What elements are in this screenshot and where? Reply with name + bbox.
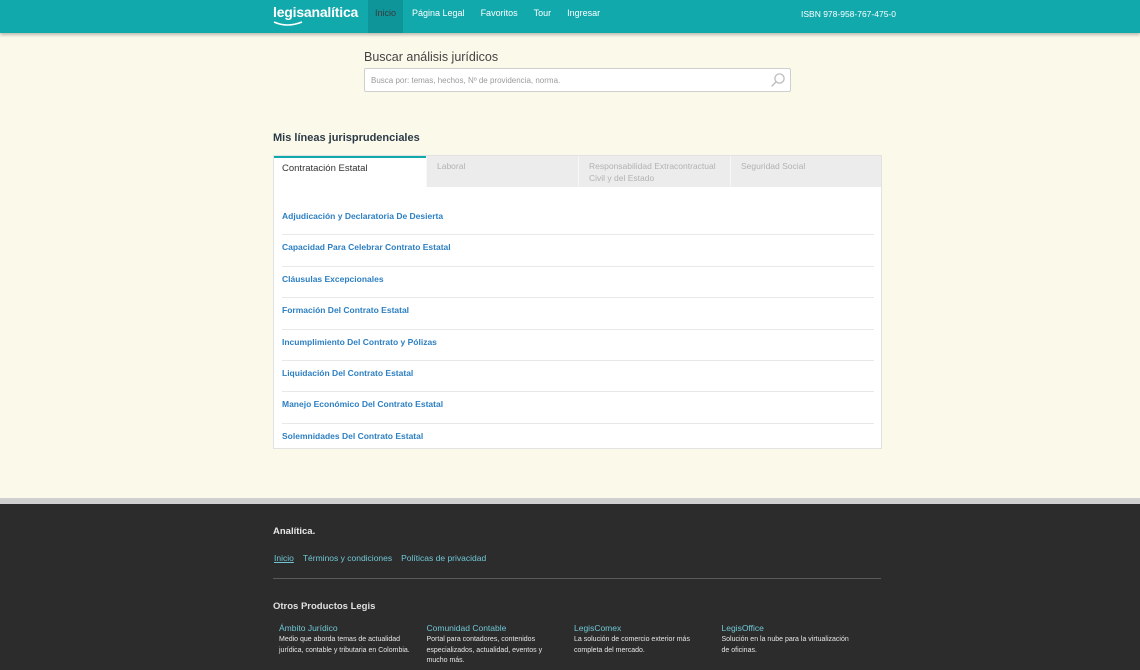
line-link[interactable]: Capacidad Para Celebrar Contrato Estatal — [282, 242, 451, 252]
tab-responsabilidad-extracontractual[interactable]: Responsabilidad Extracontractual Civil y… — [578, 156, 730, 187]
footer-links: Inicio Términos y condiciones Políticas … — [274, 553, 486, 563]
list-item: Manejo Económico Del Contrato Estatal — [282, 392, 874, 424]
product-link[interactable]: Ámbito Jurídico — [279, 623, 415, 633]
footer-brand: Analítica. — [273, 526, 316, 537]
list-item: Solemnidades Del Contrato Estatal — [282, 424, 874, 455]
search-box — [364, 68, 791, 92]
product-item: Comunidad Contable Portal para contadore… — [427, 623, 575, 667]
product-link[interactable]: Comunidad Contable — [427, 623, 563, 633]
line-link[interactable]: Cláusulas Excepcionales — [282, 274, 384, 284]
isbn-label: ISBN 978-958-767-475-0 — [801, 9, 896, 19]
tab-seguridad-social[interactable]: Seguridad Social — [730, 156, 881, 187]
line-link[interactable]: Manejo Económico Del Contrato Estatal — [282, 399, 443, 409]
logo-swoosh-icon — [273, 21, 303, 26]
product-description: Portal para contadores, contenidos espec… — [426, 636, 543, 664]
product-item: LegisOffice Solución en la nube para la … — [722, 623, 870, 667]
products-list: Ámbito Jurídico Medio que aborda temas d… — [279, 623, 879, 667]
search-icon[interactable] — [770, 72, 786, 88]
footer-rule — [273, 578, 881, 579]
logo-text: legisanalítica — [273, 4, 359, 20]
top-navbar: legisanalítica Inicio Página Legal Favor… — [0, 0, 1140, 33]
product-description: La solución de comercio exterior más com… — [574, 636, 690, 654]
footer-products-title: Otros Productos Legis — [273, 601, 376, 612]
footer: Analítica. Inicio Términos y condiciones… — [0, 504, 1140, 670]
line-link[interactable]: Formación Del Contrato Estatal — [282, 305, 409, 315]
product-description: Solución en la nube para la virtualizaci… — [721, 636, 849, 654]
lines-list: Adjudicación y Declaratoria De Desierta … — [282, 204, 874, 455]
search-input[interactable] — [371, 69, 761, 91]
nav-item-ingresar[interactable]: Ingresar — [560, 0, 607, 33]
tab-laboral[interactable]: Laboral — [426, 156, 578, 187]
product-item: LegisComex La solución de comercio exter… — [574, 623, 722, 667]
lines-panel: Contratación Estatal Laboral Responsabil… — [273, 155, 882, 449]
list-item: Adjudicación y Declaratoria De Desierta — [282, 204, 874, 236]
nav-item-tour[interactable]: Tour — [527, 0, 559, 33]
footer-link-terminos[interactable]: Términos y condiciones — [303, 553, 392, 563]
search-title: Buscar análisis jurídicos — [364, 50, 499, 64]
nav-item-pagina-legal[interactable]: Página Legal — [405, 0, 472, 33]
line-link[interactable]: Solemnidades Del Contrato Estatal — [282, 431, 423, 441]
product-link[interactable]: LegisComex — [574, 623, 710, 633]
nav-item-inicio[interactable]: Inicio — [368, 0, 404, 33]
lines-tabs: Contratación Estatal Laboral Responsabil… — [274, 156, 881, 187]
list-item: Liquidación Del Contrato Estatal — [282, 361, 874, 393]
line-link[interactable]: Liquidación Del Contrato Estatal — [282, 368, 413, 378]
list-item: Incumplimiento Del Contrato y Pólizas — [282, 330, 874, 361]
product-description: Medio que aborda temas de actualidad jur… — [279, 636, 410, 654]
line-link[interactable]: Adjudicación y Declaratoria De Desierta — [282, 211, 443, 221]
footer-link-privacidad[interactable]: Políticas de privacidad — [401, 553, 486, 563]
line-link[interactable]: Incumplimiento Del Contrato y Pólizas — [282, 337, 437, 347]
list-item: Formación Del Contrato Estatal — [282, 298, 874, 330]
product-link[interactable]: LegisOffice — [722, 623, 858, 633]
list-item: Cláusulas Excepcionales — [282, 267, 874, 299]
tab-contratacion-estatal[interactable]: Contratación Estatal — [274, 156, 426, 187]
logo[interactable]: legisanalítica — [273, 4, 358, 26]
list-item: Capacidad Para Celebrar Contrato Estatal — [282, 235, 874, 267]
lines-section-title: Mis líneas jurisprudenciales — [273, 132, 420, 144]
main-nav: Inicio Página Legal Favoritos Tour Ingre… — [368, 0, 607, 33]
product-item: Ámbito Jurídico Medio que aborda temas d… — [279, 623, 427, 667]
nav-item-favoritos[interactable]: Favoritos — [474, 0, 525, 33]
footer-link-inicio[interactable]: Inicio — [274, 553, 294, 563]
